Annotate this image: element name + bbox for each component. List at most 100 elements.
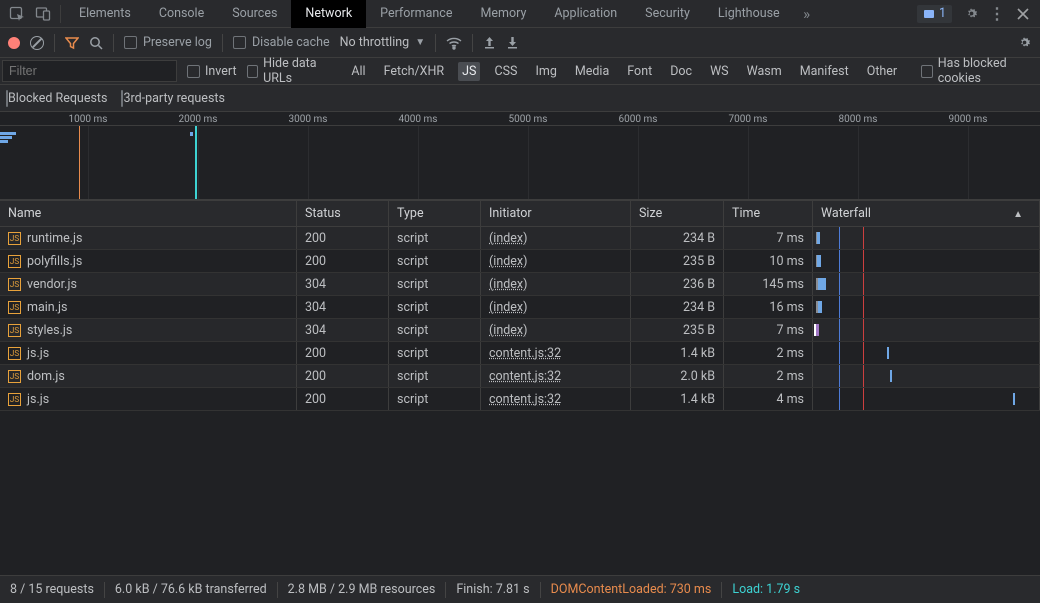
type-filter-all[interactable]: All [347,62,369,81]
request-status: 200 [297,227,389,249]
tab-security[interactable]: Security [631,0,704,28]
request-size: 235 B [631,250,724,272]
blocked-cookies-checkbox[interactable]: Has blocked cookies [921,56,1038,86]
request-name: main.js [27,300,67,315]
hide-data-urls-checkbox[interactable]: Hide data URLs [247,56,338,86]
inspect-element-icon[interactable] [4,1,30,27]
tab-elements[interactable]: Elements [65,0,145,28]
request-type: script [389,365,481,387]
timeline-tick: 3000 ms [289,114,328,125]
request-name: js.js [27,346,49,361]
type-filter-media[interactable]: Media [571,62,613,81]
request-name: dom.js [27,369,65,384]
request-row[interactable]: JSruntime.js200script(index)234 B7 ms [0,227,1040,250]
column-header-waterfall[interactable]: Waterfall▲ [813,201,1040,226]
initiator-link[interactable]: (index) [489,231,527,246]
third-party-checkbox[interactable]: 3rd-party requests [121,91,224,106]
type-filter-fetch-xhr[interactable]: Fetch/XHR [380,62,449,81]
request-row[interactable]: JSdom.js200scriptcontent.js:322.0 kB2 ms [0,365,1040,388]
request-row[interactable]: JSvendor.js304script(index)236 B145 ms [0,273,1040,296]
type-filter-ws[interactable]: WS [706,62,733,81]
js-file-icon: JS [8,324,21,337]
request-time: 4 ms [724,388,813,410]
waterfall-cell [813,296,1040,318]
settings-icon[interactable] [958,1,984,27]
request-row[interactable]: JSpolyfills.js200script(index)235 B10 ms [0,250,1040,273]
timeline-tick: 9000 ms [949,114,988,125]
request-name: runtime.js [27,231,83,246]
request-time: 2 ms [724,342,813,364]
close-icon[interactable] [1010,1,1036,27]
request-time: 7 ms [724,227,813,249]
request-name: js.js [27,392,49,407]
type-filter-wasm[interactable]: Wasm [743,62,786,81]
clear-button[interactable] [30,36,44,50]
initiator-link[interactable]: (index) [489,323,527,338]
request-table-body[interactable]: JSruntime.js200script(index)234 B7 msJSp… [0,227,1040,589]
column-header-initiator[interactable]: Initiator [481,201,631,226]
column-header-type[interactable]: Type [389,201,481,226]
status-finish: Finish: 7.81 s [456,582,529,597]
initiator-link[interactable]: (index) [489,300,527,315]
type-filter-doc[interactable]: Doc [666,62,696,81]
status-load: Load: 1.79 s [732,582,800,597]
type-filter-js[interactable]: JS [458,62,480,81]
request-size: 235 B [631,319,724,341]
dcl-marker [79,126,80,199]
js-file-icon: JS [8,347,21,360]
issues-button[interactable]: 1 [917,5,952,23]
tab-sources[interactable]: Sources [218,0,291,28]
tab-memory[interactable]: Memory [466,0,540,28]
kebab-menu-icon[interactable]: ⋮ [984,1,1010,27]
type-filter-manifest[interactable]: Manifest [796,62,853,81]
column-header-name[interactable]: Name [0,201,297,226]
request-time: 7 ms [724,319,813,341]
type-filter-css[interactable]: CSS [490,62,521,81]
invert-checkbox[interactable]: Invert [187,64,237,79]
request-type: script [389,342,481,364]
record-button[interactable] [8,37,20,49]
request-type: script [389,296,481,318]
wifi-icon[interactable] [446,36,462,50]
type-filter-other[interactable]: Other [863,62,901,81]
column-header-time[interactable]: Time [724,201,813,226]
tab-lighthouse[interactable]: Lighthouse [704,0,794,28]
timeline-overview[interactable]: 1000 ms2000 ms3000 ms4000 ms5000 ms6000 … [0,112,1040,200]
more-tabs-icon[interactable]: » [794,1,820,27]
request-type: script [389,273,481,295]
request-name: polyfills.js [27,254,82,269]
upload-icon[interactable] [483,36,496,49]
type-filter-img[interactable]: Img [531,62,560,81]
device-toolbar-icon[interactable] [30,1,56,27]
tab-application[interactable]: Application [540,0,631,28]
tab-console[interactable]: Console [145,0,218,28]
filter-toggle-icon[interactable] [65,36,79,50]
waterfall-cell [813,273,1040,295]
panel-settings-icon[interactable] [1017,35,1032,50]
tab-performance[interactable]: Performance [366,0,466,28]
filter-input[interactable] [2,60,177,82]
timeline-tick: 1000 ms [69,114,108,125]
initiator-link[interactable]: content.js:32 [489,346,561,361]
initiator-link[interactable]: content.js:32 [489,369,561,384]
request-row[interactable]: JSmain.js304script(index)234 B16 ms [0,296,1040,319]
search-icon[interactable] [89,36,103,50]
request-row[interactable]: JSstyles.js304script(index)235 B7 ms [0,319,1040,342]
waterfall-cell [813,342,1040,364]
column-header-size[interactable]: Size [631,201,724,226]
initiator-link[interactable]: content.js:32 [489,392,561,407]
download-icon[interactable] [506,36,519,49]
throttling-select[interactable]: No throttling ▼ [340,35,425,50]
tab-network[interactable]: Network [291,0,366,28]
blocked-requests-checkbox[interactable]: Blocked Requests [6,91,107,106]
preserve-log-checkbox[interactable]: Preserve log [124,35,212,50]
type-filter-font[interactable]: Font [623,62,656,81]
initiator-link[interactable]: (index) [489,277,527,292]
disable-cache-checkbox[interactable]: Disable cache [233,35,330,50]
request-size: 234 B [631,227,724,249]
initiator-link[interactable]: (index) [489,254,527,269]
request-row[interactable]: JSjs.js200scriptcontent.js:321.4 kB4 ms [0,388,1040,411]
request-status: 304 [297,296,389,318]
column-header-status[interactable]: Status [297,201,389,226]
request-row[interactable]: JSjs.js200scriptcontent.js:321.4 kB2 ms [0,342,1040,365]
